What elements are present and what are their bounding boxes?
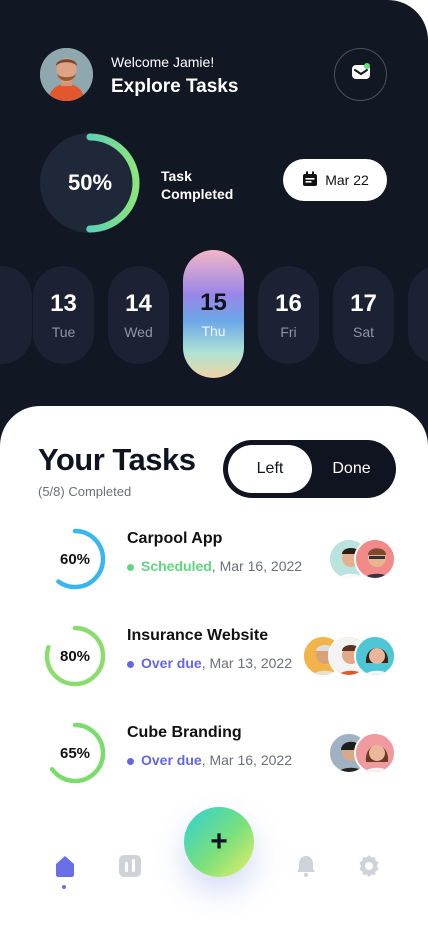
bell-icon bbox=[294, 856, 318, 882]
member-avatar bbox=[354, 538, 396, 580]
nav-stats[interactable] bbox=[118, 854, 142, 878]
task-members bbox=[328, 732, 398, 774]
day-weekday: Fri bbox=[280, 324, 297, 340]
home-icon bbox=[53, 856, 77, 882]
status-dot bbox=[127, 660, 134, 668]
header-panel: Welcome Jamie! Explore Tasks 50% Task Co… bbox=[0, 0, 428, 470]
progress-ring: 50% bbox=[40, 133, 140, 233]
nav-notifications[interactable] bbox=[294, 854, 318, 878]
plus-icon: + bbox=[210, 825, 228, 858]
day-partial-left[interactable] bbox=[0, 266, 32, 364]
member-avatar bbox=[354, 635, 396, 677]
day-17[interactable]: 17 Sat bbox=[333, 266, 394, 364]
day-13[interactable]: 13 Tue bbox=[33, 266, 94, 364]
section-title: Your Tasks bbox=[38, 442, 196, 477]
task-percent: 60% bbox=[59, 550, 91, 568]
task-status: Over due bbox=[141, 752, 202, 768]
task-members bbox=[302, 635, 398, 677]
task-percent: 65% bbox=[59, 744, 91, 762]
task-members bbox=[328, 538, 398, 580]
task-date: , Mar 13, 2022 bbox=[201, 655, 292, 671]
task-row[interactable]: 80% Insurance Website Over due, Mar 13, … bbox=[0, 615, 428, 695]
date-button[interactable]: Mar 22 bbox=[283, 159, 387, 201]
progress-percent: 50% bbox=[67, 170, 113, 195]
task-status: Over due bbox=[141, 655, 202, 671]
task-meta: Over due, Mar 16, 2022 bbox=[127, 752, 292, 768]
day-14[interactable]: 14 Wed bbox=[108, 266, 169, 364]
task-title: Carpool App bbox=[127, 530, 223, 547]
task-row[interactable]: 60% Carpool App Scheduled, Mar 16, 2022 bbox=[0, 518, 428, 598]
add-task-button[interactable]: + bbox=[184, 807, 254, 877]
active-nav-indicator bbox=[62, 885, 66, 889]
day-weekday: Sat bbox=[352, 324, 374, 340]
chart-icon bbox=[118, 855, 142, 882]
task-percent: 80% bbox=[59, 647, 91, 665]
welcome-text: Welcome Jamie! bbox=[111, 54, 215, 70]
app-screen: Welcome Jamie! Explore Tasks 50% Task Co… bbox=[0, 0, 428, 926]
member-avatar bbox=[354, 732, 396, 774]
date-label: Mar 22 bbox=[325, 172, 369, 188]
day-weekday: Thu bbox=[201, 323, 226, 339]
completed-count: (5/8) Completed bbox=[38, 484, 132, 499]
mail-button[interactable] bbox=[334, 48, 387, 101]
day-number: 16 bbox=[275, 290, 302, 317]
day-number: 15 bbox=[200, 289, 227, 316]
day-partial-right[interactable] bbox=[408, 266, 428, 364]
day-number: 13 bbox=[50, 290, 77, 317]
day-number: 14 bbox=[125, 290, 152, 317]
task-filter-toggle: Left Done bbox=[223, 440, 396, 498]
task-title: Insurance Website bbox=[127, 627, 269, 644]
nav-home[interactable] bbox=[53, 854, 77, 878]
day-weekday: Wed bbox=[124, 324, 153, 340]
day-16[interactable]: 16 Fri bbox=[258, 266, 319, 364]
status-dot bbox=[127, 757, 134, 765]
task-date: , Mar 16, 2022 bbox=[201, 752, 292, 768]
toggle-left[interactable]: Left bbox=[228, 445, 312, 493]
header-title: Explore Tasks bbox=[111, 76, 239, 97]
progress-label: Task Completed bbox=[161, 168, 234, 202]
day-weekday: Tue bbox=[51, 324, 76, 340]
status-dot bbox=[127, 563, 134, 571]
day-selector: 13 Tue 14 Wed 15 Thu 16 Fri 17 Sat bbox=[0, 250, 428, 380]
task-status: Scheduled bbox=[141, 558, 212, 574]
day-15-selected[interactable]: 15 Thu bbox=[183, 250, 244, 378]
notification-dot bbox=[364, 63, 370, 69]
user-avatar[interactable] bbox=[40, 48, 93, 101]
nav-settings[interactable] bbox=[357, 854, 381, 878]
task-meta: Over due, Mar 13, 2022 bbox=[127, 655, 292, 671]
day-number: 17 bbox=[350, 290, 377, 317]
task-meta: Scheduled, Mar 16, 2022 bbox=[127, 558, 302, 574]
task-title: Cube Branding bbox=[127, 724, 242, 741]
toggle-done[interactable]: Done bbox=[312, 445, 391, 493]
calendar-icon bbox=[301, 170, 319, 191]
task-row[interactable]: 65% Cube Branding Over due, Mar 16, 2022 bbox=[0, 712, 428, 792]
task-date: , Mar 16, 2022 bbox=[211, 558, 303, 574]
gear-icon bbox=[357, 855, 381, 882]
